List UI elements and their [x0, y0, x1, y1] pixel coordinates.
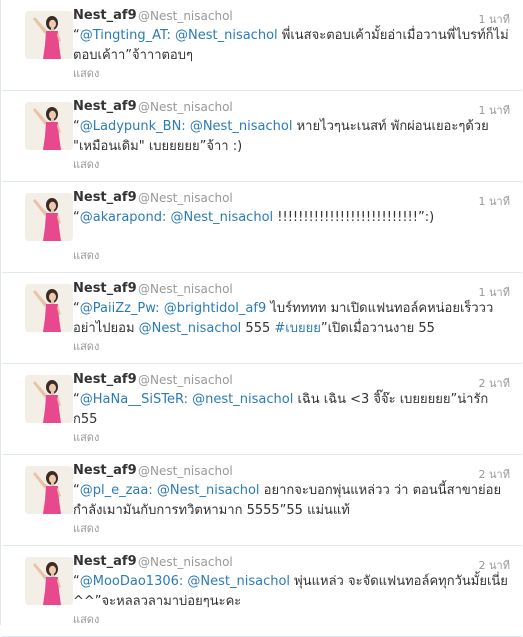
user-handle[interactable]: @Nest_nisachol	[138, 464, 233, 478]
avatar-figure-icon	[25, 557, 73, 605]
user-name[interactable]: Nest_af9	[73, 99, 137, 114]
avatar[interactable]	[25, 375, 73, 423]
expand-link[interactable]: แสดง	[73, 610, 99, 628]
user-handle[interactable]: @Nest_nisachol	[138, 373, 233, 387]
avatar-figure-icon	[25, 284, 73, 332]
tweet-text: “@Ladypunk_BN: @Nest_nisachol หายไวๆนะเน…	[73, 117, 509, 157]
tweet-text: “@akarapond: @Nest_nisachol !!!!!!!!!!!!…	[73, 208, 509, 228]
expand-link[interactable]: แสดง	[73, 64, 99, 82]
avatar[interactable]	[25, 102, 73, 150]
tweet[interactable]: Nest_af9 @Nest_nisachol 1 นาที “@Ladypun…	[2, 91, 522, 182]
mention-link[interactable]: @Ladypunk_BN: @Nest_nisachol	[80, 119, 293, 134]
user-handle[interactable]: @Nest_nisachol	[138, 9, 233, 23]
timeline: Nest_af9 @Nest_nisachol 1 นาที “@Tingtin…	[0, 0, 522, 637]
mention-link[interactable]: @Nest_nisachol	[139, 321, 242, 336]
avatar-figure-icon	[25, 102, 73, 150]
mention-link[interactable]: @Tingting_AT: @Nest_nisachol	[80, 28, 278, 43]
tweet-text-segment: ”เปิดเมื่อวานงาย 55	[320, 321, 435, 336]
expand-link[interactable]: แสดง	[73, 337, 99, 355]
user-name[interactable]: Nest_af9	[73, 281, 137, 296]
tweet[interactable]: Nest_af9 @Nest_nisachol 1 นาที “@akarapo…	[2, 182, 522, 273]
avatar-figure-icon	[25, 11, 73, 59]
mention-link[interactable]: @pl_e_zaa: @Nest_nisachol	[80, 483, 260, 498]
mention-link[interactable]: #เบยยย	[274, 321, 320, 336]
user-name[interactable]: Nest_af9	[73, 463, 137, 478]
tweet-text-segment: “	[73, 28, 80, 43]
tweet[interactable]: Nest_af9 @Nest_nisachol 1 นาที “@Tingtin…	[2, 0, 522, 91]
tweet-text-segment: 555	[241, 321, 275, 336]
tweet-text: “@Tingting_AT: @Nest_nisachol พี่เนสจะตอ…	[73, 26, 509, 66]
user-name[interactable]: Nest_af9	[73, 190, 137, 205]
tweet-text: “@pl_e_zaa: @Nest_nisachol อยากจะบอกพุ่น…	[73, 481, 509, 521]
expand-link[interactable]: แสดง	[73, 428, 99, 446]
tweet-text: “@HaNa__SiSTeR: @nest_nisachol เฉิน เฉิน…	[73, 390, 509, 430]
avatar[interactable]	[25, 466, 73, 514]
tweet-text-segment: !!!!!!!!!!!!!!!!!!!!!!!!!!!”:)	[273, 210, 435, 225]
expand-link[interactable]: แสดง	[73, 246, 99, 264]
tweet[interactable]: Nest_af9 @Nest_nisachol 1 นาที “@PaiiZz_…	[2, 273, 522, 364]
tweet-text-segment: “	[73, 392, 80, 407]
expand-link[interactable]: แสดง	[73, 155, 99, 173]
mention-link[interactable]: @HaNa__SiSTeR: @nest_nisachol	[80, 392, 294, 407]
tweet-text: “@MooDao1306: @Nest_nisachol พุ่นแหล่ว จ…	[73, 572, 509, 612]
tweet-text-segment: “	[73, 210, 80, 225]
mention-link[interactable]: @akarapond: @Nest_nisachol	[80, 210, 273, 225]
user-name[interactable]: Nest_af9	[73, 8, 137, 23]
tweet[interactable]: Nest_af9 @Nest_nisachol 2 นาที “@MooDao1…	[2, 546, 522, 637]
tweet-text-segment: “	[73, 301, 80, 316]
user-handle[interactable]: @Nest_nisachol	[138, 191, 233, 205]
expand-link[interactable]: แสดง	[73, 519, 99, 537]
user-handle[interactable]: @Nest_nisachol	[138, 100, 233, 114]
user-handle[interactable]: @Nest_nisachol	[138, 282, 233, 296]
avatar[interactable]	[25, 284, 73, 332]
avatar-figure-icon	[25, 466, 73, 514]
avatar[interactable]	[25, 557, 73, 605]
tweet-text-segment: “	[73, 119, 80, 134]
user-name[interactable]: Nest_af9	[73, 372, 137, 387]
user-name[interactable]: Nest_af9	[73, 554, 137, 569]
tweet-text: “@PaiiZz_Pw: @brightidol_af9 ไบร์ทททท มา…	[73, 299, 509, 339]
mention-link[interactable]: @PaiiZz_Pw: @brightidol_af9	[80, 301, 267, 316]
tweet-text-segment: “	[73, 574, 80, 589]
tweet[interactable]: Nest_af9 @Nest_nisachol 2 นาที “@pl_e_za…	[2, 455, 522, 546]
tweet[interactable]: Nest_af9 @Nest_nisachol 2 นาที “@HaNa__S…	[2, 364, 522, 455]
mention-link[interactable]: @MooDao1306: @Nest_nisachol	[80, 574, 290, 589]
avatar-figure-icon	[25, 193, 73, 241]
avatar-figure-icon	[25, 375, 73, 423]
avatar[interactable]	[25, 11, 73, 59]
avatar[interactable]	[25, 193, 73, 241]
tweet-text-segment: “	[73, 483, 80, 498]
user-handle[interactable]: @Nest_nisachol	[138, 555, 233, 569]
